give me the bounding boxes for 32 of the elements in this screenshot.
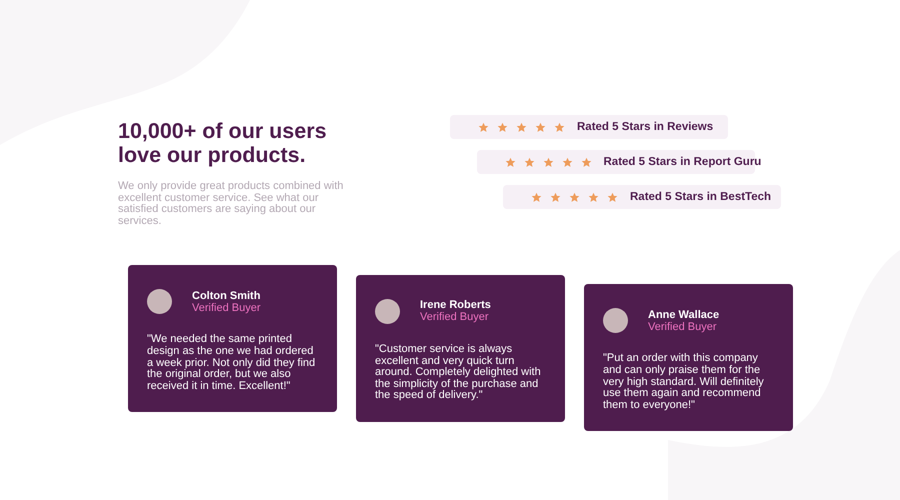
testimonial-quote: "We needed the same printed design as the one we had ordered a week prior. Not only did they find the original order, but we also received it in time. Excellent!" [147,334,316,392]
star-icon [607,192,618,202]
reviewer-role: Verified Buyer [192,302,260,314]
star-icon [535,122,546,132]
reviewer-role: Verified Buyer [648,320,718,333]
star-icon [554,122,565,132]
avatar [375,298,400,324]
star-icon [580,156,592,168]
testimonial-quote: "Put an order with this company and can only praise them for the very high standard. Will definitely use them again and recommend them to everyone!" [603,353,765,412]
star-icon [478,122,489,132]
rating-label: Rated 5 Stars in Report Guru [604,156,762,168]
star-icon [550,192,561,202]
heading: 10,000+ of our users love our products. [118,120,328,168]
star-icon [531,192,542,202]
star-icon [569,192,580,202]
rating-label: Rated 5 Stars in BestTech [630,191,772,203]
reviewer-name: Anne Wallace [648,308,720,321]
star-icon [516,122,527,132]
avatar [147,289,172,314]
reviewer-name: Colton Smith [192,290,260,302]
testimonial-quote: "Customer service is always excellent and very quick turn around. Completely delighted with the simplicity of the purchase and the speed of delivery." [375,344,542,402]
star-icon [524,156,534,168]
star-icon [588,192,599,202]
avatar [603,308,628,334]
star-icon [504,156,516,168]
rating-label: Rated 5 Stars in Reviews [577,121,714,133]
reviewer-name: Irene Roberts [420,299,491,312]
description: We only provide great products combined with excellent customer service. See what our satisfied customers are saying about our services. [118,181,344,228]
reviewer-role: Verified Buyer [420,311,490,324]
star-icon [562,156,572,168]
star-icon [497,122,508,132]
star-icon [542,156,554,168]
